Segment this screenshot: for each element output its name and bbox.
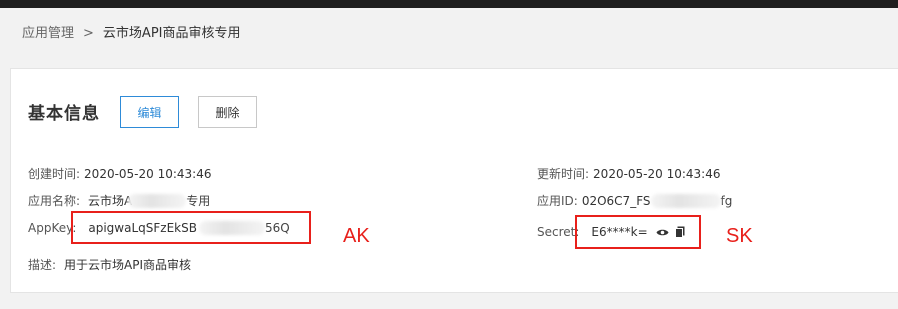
secret-label: Secret: xyxy=(537,225,580,239)
updated-time-label: 更新时间: xyxy=(537,167,590,181)
top-bar xyxy=(0,0,898,8)
appkey-label: AppKey: xyxy=(28,221,77,235)
delete-button[interactable]: 删除 xyxy=(198,96,257,128)
card-title: 基本信息 xyxy=(28,104,100,124)
app-id-label: 应用ID: xyxy=(537,194,578,208)
basic-info-card: 基本信息 编辑 删除 创建时间: 2020-05-20 10:43:46 应用名… xyxy=(10,68,898,293)
secret-highlight-box xyxy=(575,215,701,249)
app-id-row: 应用ID: 02O6C7_FS fg xyxy=(537,192,732,209)
description-row: 描述: 用于云市场API商品审核 xyxy=(28,256,191,273)
edit-button[interactable]: 编辑 xyxy=(120,96,179,128)
sk-annotation: SK xyxy=(726,225,753,247)
description-label: 描述: xyxy=(28,258,57,272)
redaction-blur xyxy=(650,193,721,208)
app-id-value-suffix: fg xyxy=(720,193,733,208)
breadcrumb-separator: > xyxy=(83,26,94,41)
app-name-row: 应用名称: 云市场A 专用 xyxy=(28,192,210,209)
app-name-value-prefix: 云市场A xyxy=(88,194,133,208)
redaction-blur xyxy=(128,193,187,208)
appkey-highlight-box xyxy=(71,211,311,244)
app-name-label: 应用名称: xyxy=(28,194,81,208)
created-time-row: 创建时间: 2020-05-20 10:43:46 xyxy=(28,165,212,182)
created-time-label: 创建时间: xyxy=(28,167,81,181)
created-time-value: 2020-05-20 10:43:46 xyxy=(84,166,212,181)
description-value: 用于云市场API商品审核 xyxy=(64,258,192,272)
updated-time-row: 更新时间: 2020-05-20 10:43:46 xyxy=(537,165,721,182)
breadcrumb-app-management[interactable]: 应用管理 xyxy=(22,26,74,41)
app-name-value-suffix: 专用 xyxy=(186,194,211,208)
ak-annotation: AK xyxy=(343,225,370,247)
breadcrumb-current: 云市场API商品审核专用 xyxy=(102,26,241,41)
breadcrumb: 应用管理 > 云市场API商品审核专用 xyxy=(22,22,241,41)
updated-time-value: 2020-05-20 10:43:46 xyxy=(593,166,721,181)
app-id-value-prefix: 02O6C7_FS xyxy=(581,193,651,208)
